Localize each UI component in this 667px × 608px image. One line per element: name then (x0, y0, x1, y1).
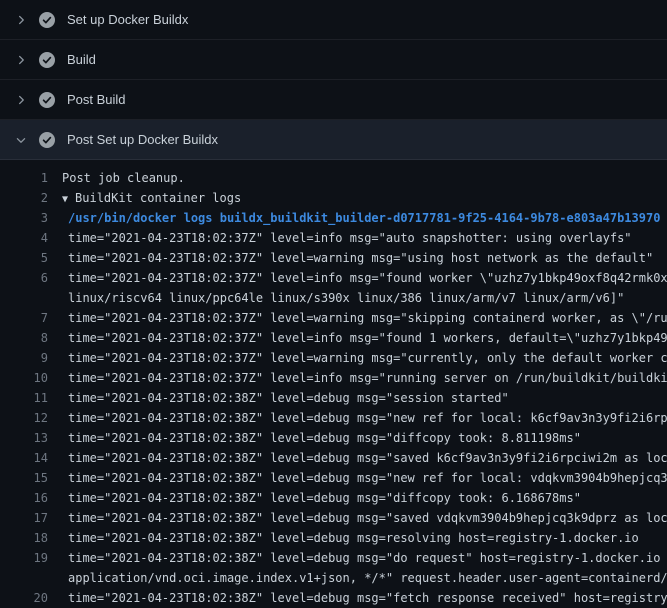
log-line-text: time="2021-04-23T18:02:37Z" level=warnin… (62, 348, 667, 368)
log-line-text: time="2021-04-23T18:02:38Z" level=debug … (62, 488, 667, 508)
log-line-text: time="2021-04-23T18:02:38Z" level=debug … (62, 468, 667, 488)
log-line: 8 time="2021-04-23T18:02:37Z" level=info … (0, 328, 667, 348)
log-line-number[interactable]: 6 (0, 268, 48, 288)
log-line-text: time="2021-04-23T18:02:38Z" level=debug … (62, 448, 667, 468)
log-line-text: time="2021-04-23T18:02:38Z" level=debug … (62, 588, 667, 608)
log-line: 1 Post job cleanup. (0, 168, 667, 188)
log-line: 16 time="2021-04-23T18:02:38Z" level=debu… (0, 488, 667, 508)
check-circle-icon (39, 92, 55, 108)
log-line-text: time="2021-04-23T18:02:38Z" level=debug … (62, 508, 667, 528)
log-line-number[interactable]: 20 (0, 588, 48, 608)
log-line-number[interactable]: 3 (0, 208, 48, 228)
log-line-text: time="2021-04-23T18:02:38Z" level=debug … (62, 528, 667, 548)
log-command-text: /usr/bin/docker logs buildx_buildkit_bui… (62, 208, 667, 228)
log-line-number[interactable]: 7 (0, 308, 48, 328)
log-line-number (0, 568, 48, 588)
log-line-text: Post job cleanup. (62, 168, 667, 188)
log-line-number[interactable]: 19 (0, 548, 48, 568)
log-line-number[interactable]: 4 (0, 228, 48, 248)
check-circle-icon (39, 132, 55, 148)
log-line: 9 time="2021-04-23T18:02:37Z" level=warni… (0, 348, 667, 368)
log-line: 13 time="2021-04-23T18:02:38Z" level=debu… (0, 428, 667, 448)
log-line: 19 time="2021-04-23T18:02:38Z" level=debu… (0, 548, 667, 568)
log-line-number[interactable]: 15 (0, 468, 48, 488)
chevron-right-icon[interactable] (14, 94, 28, 106)
step-title: Build (67, 52, 96, 67)
log-line-number[interactable]: 17 (0, 508, 48, 528)
log-line-text: time="2021-04-23T18:02:37Z" level=info m… (62, 268, 667, 288)
log-line-text: time="2021-04-23T18:02:38Z" level=debug … (62, 548, 667, 568)
log-line-number[interactable]: 5 (0, 248, 48, 268)
log-line-number (0, 288, 48, 308)
chevron-down-icon[interactable] (14, 134, 28, 146)
check-circle-icon (39, 52, 55, 68)
log-line-number[interactable]: 11 (0, 388, 48, 408)
log-line: 3/usr/bin/docker logs buildx_buildkit_bu… (0, 208, 667, 228)
check-circle-icon (39, 12, 55, 28)
step-row-build[interactable]: Build (0, 40, 667, 80)
log-line-text: time="2021-04-23T18:02:37Z" level=warnin… (62, 248, 667, 268)
log-line-number[interactable]: 18 (0, 528, 48, 548)
log-line-continuation: application/vnd.oci.image.index.v1+json,… (0, 568, 667, 588)
group-caret-icon[interactable]: ▼ (62, 194, 68, 205)
log-line-text: time="2021-04-23T18:02:38Z" level=debug … (62, 408, 667, 428)
log-line-text: time="2021-04-23T18:02:37Z" level=info m… (62, 368, 667, 388)
log-line-text: time="2021-04-23T18:02:38Z" level=debug … (62, 388, 667, 408)
log-line: 2 ▼ BuildKit container logs (0, 188, 667, 208)
log-line: 6 time="2021-04-23T18:02:37Z" level=info … (0, 268, 667, 288)
log-line-continuation: linux/riscv64 linux/ppc64le linux/s390x … (0, 288, 667, 308)
log-line-text: time="2021-04-23T18:02:38Z" level=debug … (62, 428, 667, 448)
log-line-number[interactable]: 16 (0, 488, 48, 508)
log-line: 17 time="2021-04-23T18:02:38Z" level=debu… (0, 508, 667, 528)
step-row-set-up-docker-buildx[interactable]: Set up Docker Buildx (0, 0, 667, 40)
group-title[interactable]: BuildKit container logs (75, 191, 241, 205)
steps-list: Set up Docker Buildx Build Post Build Post … (0, 0, 667, 160)
log-line-text: application/vnd.oci.image.index.v1+json,… (62, 568, 667, 588)
log-line: 18 time="2021-04-23T18:02:38Z" level=debu… (0, 528, 667, 548)
log-line-number[interactable]: 9 (0, 348, 48, 368)
log-line-text: linux/riscv64 linux/ppc64le linux/s390x … (62, 288, 667, 308)
log-line-text: time="2021-04-23T18:02:37Z" level=warnin… (62, 308, 667, 328)
log-line-text: ▼ BuildKit container logs (62, 188, 667, 208)
log-line-number[interactable]: 8 (0, 328, 48, 348)
workflow-log-panel: Set up Docker Buildx Build Post Build Post … (0, 0, 667, 608)
log-line: 12 time="2021-04-23T18:02:38Z" level=debu… (0, 408, 667, 428)
log-line-number[interactable]: 14 (0, 448, 48, 468)
log-line-number[interactable]: 2 (0, 188, 48, 208)
log-line-number[interactable]: 13 (0, 428, 48, 448)
log-line: 10 time="2021-04-23T18:02:37Z" level=info… (0, 368, 667, 388)
log-line: 15 time="2021-04-23T18:02:38Z" level=debu… (0, 468, 667, 488)
log-line-number[interactable]: 12 (0, 408, 48, 428)
log-line: 20 time="2021-04-23T18:02:38Z" level=debu… (0, 588, 667, 608)
log-line: 5 time="2021-04-23T18:02:37Z" level=warni… (0, 248, 667, 268)
log-line-number[interactable]: 1 (0, 168, 48, 188)
step-row-post-set-up-docker-buildx[interactable]: Post Set up Docker Buildx (0, 120, 667, 160)
log-line: 11 time="2021-04-23T18:02:38Z" level=debu… (0, 388, 667, 408)
log-line: 7 time="2021-04-23T18:02:37Z" level=warni… (0, 308, 667, 328)
log-line-text: time="2021-04-23T18:02:37Z" level=info m… (62, 328, 667, 348)
log-line-number[interactable]: 10 (0, 368, 48, 388)
chevron-right-icon[interactable] (14, 54, 28, 66)
step-row-post-build[interactable]: Post Build (0, 80, 667, 120)
log-line: 14 time="2021-04-23T18:02:38Z" level=debu… (0, 448, 667, 468)
log-line: 4 time="2021-04-23T18:02:37Z" level=info … (0, 228, 667, 248)
step-title: Post Set up Docker Buildx (67, 132, 218, 147)
step-title: Set up Docker Buildx (67, 12, 188, 27)
step-title: Post Build (67, 92, 126, 107)
chevron-right-icon[interactable] (14, 14, 28, 26)
log-line-text: time="2021-04-23T18:02:37Z" level=info m… (62, 228, 667, 248)
log-viewer: 1 Post job cleanup. 2 ▼ BuildKit container l… (0, 160, 667, 608)
